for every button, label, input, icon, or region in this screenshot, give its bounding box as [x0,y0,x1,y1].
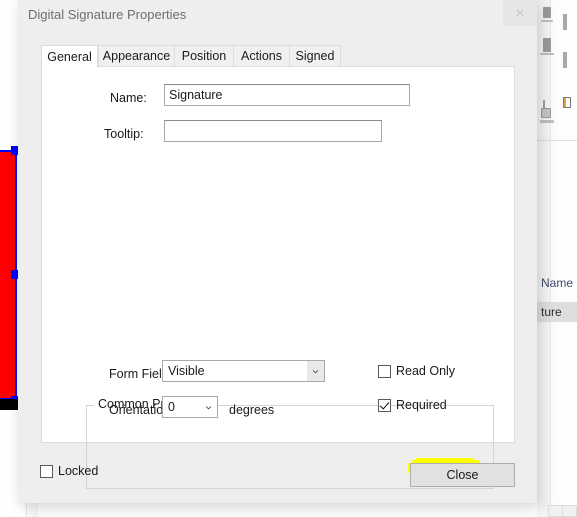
chevron-down-icon [200,397,217,417]
name-label: Name: [110,91,147,105]
required-label: Required [396,398,447,412]
digital-signature-properties-dialog: Digital Signature Properties ✕ General A… [18,0,537,503]
toolbar-document-icon[interactable] [543,7,551,18]
background-selected-row[interactable]: ture [534,302,577,322]
tab-signed[interactable]: Signed [289,45,341,67]
toolbar-document-icon-base [541,20,553,22]
orientation-select[interactable]: 0 [162,396,218,418]
required-checkbox[interactable] [378,398,391,412]
required-checkbox-row[interactable]: Required [378,398,577,412]
tab-position[interactable]: Position [174,45,234,67]
chevron-down-icon [307,361,324,381]
locked-checkbox[interactable] [40,464,53,478]
right-toolbar-strip [537,0,551,517]
sidebar-tool-icon-2[interactable] [563,52,567,68]
tab-content-panel: Name: Signature Tooltip: Common Properti… [41,66,515,489]
toolbar-form-icon-base [540,120,554,123]
dialog-title: Digital Signature Properties [28,7,187,22]
tab-strip: General Appearance Position Actions Sign… [41,45,515,68]
degrees-label: degrees [229,403,275,417]
toolbar-form-icon[interactable] [541,108,551,118]
tab-general[interactable]: General [41,45,98,68]
background-selected-row-text: ture [541,305,562,319]
tooltip-input[interactable] [164,120,382,142]
toolbar-page-icon[interactable] [543,38,551,52]
sidebar-field-chip-icon[interactable] [563,97,571,108]
toolbar-separator [537,140,577,141]
close-button[interactable]: Close [410,463,515,487]
locked-label: Locked [58,464,99,478]
form-field-select-value: Visible [168,364,205,378]
tab-appearance[interactable]: Appearance [98,45,175,67]
read-only-checkbox[interactable] [378,364,391,378]
dialog-titlebar[interactable]: Digital Signature Properties ✕ [18,0,537,30]
read-only-checkbox-row[interactable]: Read Only [378,364,455,378]
tab-actions[interactable]: Actions [233,45,290,67]
toolbar-page-icon-base [540,53,554,55]
read-only-label: Read Only [396,364,456,378]
form-field-select[interactable]: Visible [162,360,325,382]
locked-checkbox-row[interactable]: Locked [40,464,98,478]
background-status-box-divider [562,505,563,517]
orientation-select-value: 0 [168,400,175,414]
sidebar-tool-icon-1[interactable] [563,14,567,30]
name-input[interactable]: Signature [164,84,410,106]
tooltip-label: Tooltip: [104,127,144,141]
background-column-header: Name [541,276,574,290]
close-icon[interactable]: ✕ [503,0,537,26]
